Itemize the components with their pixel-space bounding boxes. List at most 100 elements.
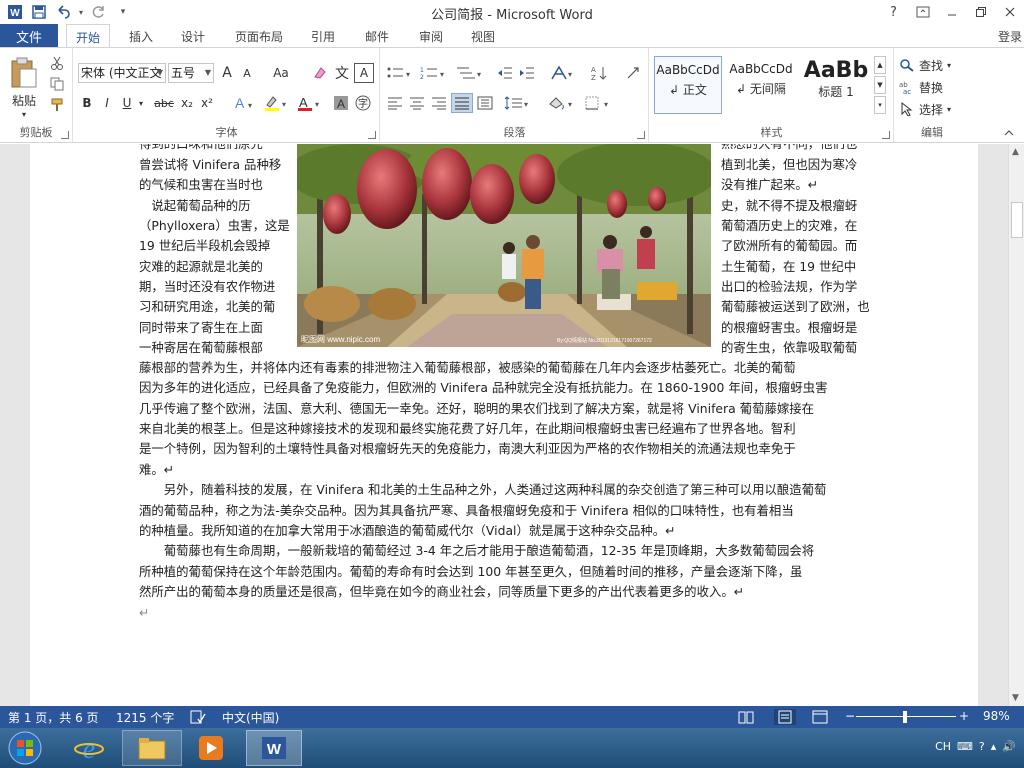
zoom-slider-thumb[interactable] <box>902 711 907 723</box>
tab-insert[interactable]: 插入 <box>120 24 162 48</box>
tab-home[interactable]: 开始 <box>66 24 110 49</box>
decrease-indent-icon[interactable] <box>495 63 515 83</box>
paste-dropdown-icon[interactable]: ▾ <box>4 108 44 120</box>
shrink-font-button[interactable]: A <box>238 63 256 83</box>
font-name-dropdown-icon[interactable]: ▼ <box>157 64 163 82</box>
underline-dropdown-icon[interactable]: ▾ <box>136 93 146 113</box>
clipboard-launcher-icon[interactable] <box>61 131 69 139</box>
ribbon-display-options-icon[interactable] <box>908 0 937 24</box>
document-area[interactable]: 得到的口味和他们原先 曾尝试将 Vinifera 品种移 的气候和虫害在当时也 … <box>0 144 1008 706</box>
enclose-characters-icon[interactable]: 字 <box>354 93 372 113</box>
tab-references[interactable]: 引用 <box>302 24 344 48</box>
format-painter-icon[interactable] <box>48 96 66 114</box>
show-formatting-marks-icon[interactable] <box>623 63 643 83</box>
underline-button[interactable]: U <box>118 93 136 113</box>
phonetic-guide-button[interactable]: 文 <box>332 63 352 83</box>
notification-chevron-icon[interactable]: ▴ <box>991 740 997 753</box>
character-shading-icon[interactable]: A <box>332 93 350 113</box>
tab-mailings[interactable]: 邮件 <box>356 24 398 48</box>
language-indicator[interactable]: 中文(中国) <box>222 709 279 726</box>
align-left-icon[interactable] <box>385 93 405 113</box>
bold-button[interactable]: B <box>78 93 96 113</box>
copy-icon[interactable] <box>48 75 66 93</box>
subscript-button[interactable]: x₂ <box>178 93 196 113</box>
find-button[interactable]: 查找 ▾ <box>899 56 965 74</box>
font-color-icon[interactable]: A ▾ <box>296 93 324 113</box>
paste-button[interactable]: 粘贴 <box>4 92 44 108</box>
vineyard-photo[interactable]: 昵图网 www.nipic.com By:QQ情报站 No.2013121617… <box>297 144 711 347</box>
sort-icon[interactable]: AZ <box>589 63 611 83</box>
volume-icon[interactable]: 🔊 <box>1002 740 1016 753</box>
scroll-thumb[interactable] <box>1011 202 1023 238</box>
highlight-color-icon[interactable]: ▾ <box>262 93 292 113</box>
replace-button[interactable]: ab ac 替换 <box>899 78 965 96</box>
styles-scroll-down-icon[interactable]: ▼ <box>874 76 886 94</box>
select-button[interactable]: 选择 ▾ <box>899 100 965 118</box>
print-layout-icon[interactable] <box>774 709 796 725</box>
proofing-icon[interactable] <box>190 710 206 727</box>
input-language[interactable]: CH <box>935 740 951 753</box>
close-icon[interactable] <box>995 0 1024 24</box>
font-launcher-icon[interactable] <box>368 131 376 139</box>
shading-icon[interactable]: ▾ <box>547 93 577 113</box>
zoom-level[interactable]: 98% <box>983 709 1010 723</box>
tab-view[interactable]: 视图 <box>462 24 504 48</box>
borders-icon[interactable]: ▾ <box>583 93 613 113</box>
web-layout-icon[interactable] <box>812 710 828 727</box>
zoom-out-button[interactable]: − <box>845 709 855 723</box>
justify-icon[interactable] <box>451 93 473 113</box>
line-spacing-icon[interactable]: ▾ <box>503 93 533 113</box>
change-case-button[interactable]: Aa <box>268 63 294 83</box>
cut-icon[interactable] <box>48 54 66 72</box>
multilevel-list-icon[interactable]: ▾ <box>453 63 487 83</box>
clear-formatting-icon[interactable] <box>310 63 330 83</box>
collapse-ribbon-icon[interactable] <box>1000 126 1018 140</box>
font-size-combo[interactable]: 五号 ▼ <box>168 63 214 83</box>
scroll-up-icon[interactable]: ▲ <box>1012 147 1019 157</box>
page-count[interactable]: 第 1 页，共 6 页 <box>8 709 99 726</box>
help-tray-icon[interactable]: ? <box>979 740 985 753</box>
word-count[interactable]: 1215 个字 <box>116 709 174 726</box>
styles-scroll-up-icon[interactable]: ▲ <box>874 56 886 74</box>
start-orb-icon[interactable] <box>4 730 46 766</box>
restore-icon[interactable] <box>966 0 995 24</box>
tab-design[interactable]: 设计 <box>172 24 214 48</box>
text-effects-icon[interactable]: A ▾ <box>232 93 258 113</box>
media-player-icon[interactable] <box>186 730 236 766</box>
word-taskbar-icon[interactable]: W <box>246 730 302 766</box>
character-border-button[interactable]: A <box>354 63 374 83</box>
scroll-down-icon[interactable]: ▼ <box>1012 693 1019 703</box>
sign-in-link[interactable]: 登录 <box>998 28 1022 45</box>
grow-font-button[interactable]: A <box>218 63 236 83</box>
minimize-icon[interactable] <box>937 0 966 24</box>
tab-review[interactable]: 审阅 <box>410 24 452 48</box>
style-no-spacing[interactable]: AaBbCcDd ↲ 无间隔 <box>726 56 796 114</box>
superscript-button[interactable]: x² <box>198 93 216 113</box>
zoom-in-button[interactable]: + <box>959 709 969 723</box>
tab-file[interactable]: 文件 <box>0 24 58 48</box>
file-explorer-icon[interactable] <box>122 730 182 766</box>
bullets-icon[interactable]: ▾ <box>385 63 415 83</box>
strikethrough-button[interactable]: abc <box>152 93 176 113</box>
numbering-icon[interactable]: 1 2 ▾ <box>419 63 449 83</box>
align-center-icon[interactable] <box>407 93 427 113</box>
italic-button[interactable]: I <box>98 93 116 113</box>
tab-page-layout[interactable]: 页面布局 <box>228 24 290 48</box>
align-right-icon[interactable] <box>429 93 449 113</box>
font-name-combo[interactable]: 宋体 (中文正文 ▼ <box>78 63 166 83</box>
keyboard-icon[interactable]: ⌨ <box>957 740 973 753</box>
increase-indent-icon[interactable] <box>517 63 537 83</box>
style-normal[interactable]: AaBbCcDd ↲ 正文 <box>654 56 722 114</box>
read-mode-icon[interactable] <box>738 710 754 727</box>
help-button[interactable]: ? <box>879 0 908 24</box>
styles-more-icon[interactable]: ▾ <box>874 96 886 114</box>
style-heading-1[interactable]: AaBb 标题 1 <box>800 56 872 114</box>
paragraph-launcher-icon[interactable] <box>637 131 645 139</box>
styles-launcher-icon[interactable] <box>882 131 890 139</box>
vertical-scrollbar[interactable]: ▲ ▼ <box>1008 144 1024 706</box>
internet-explorer-icon[interactable]: e <box>64 730 114 766</box>
font-size-dropdown-icon[interactable]: ▼ <box>205 64 211 82</box>
paste-icon[interactable] <box>6 56 40 90</box>
distributed-icon[interactable] <box>475 93 495 113</box>
chinese-layout-icon[interactable]: ▾ <box>549 63 577 83</box>
